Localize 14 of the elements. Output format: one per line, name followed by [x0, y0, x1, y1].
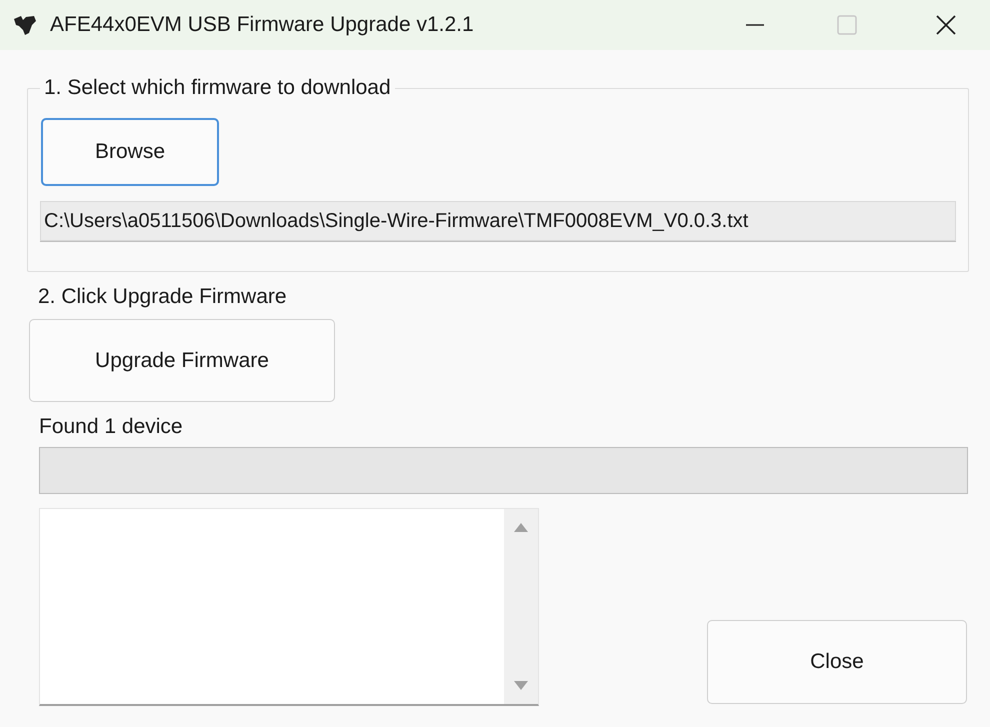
close-icon[interactable]: [935, 14, 957, 36]
scroll-down-icon[interactable]: [513, 680, 529, 692]
file-path-field[interactable]: C:\Users\a0511506\Downloads\Single-Wire-Firmware\TMF0008EVM_V0.0.3.txt: [40, 201, 956, 241]
status-text: Found 1 device: [39, 414, 184, 440]
scrollbar[interactable]: [504, 509, 538, 704]
close-button[interactable]: Close: [707, 620, 967, 704]
step-label: 2. Click Upgrade Firmware: [38, 284, 288, 310]
log-text-area[interactable]: [39, 508, 539, 706]
maximize-icon[interactable]: [837, 15, 857, 35]
scroll-up-icon[interactable]: [513, 521, 529, 533]
browse-button[interactable]: Browse: [41, 118, 219, 186]
window-title: AFE44x0EVM USB Firmware Upgrade v1.2.1: [50, 12, 474, 38]
upgrade-firmware-button[interactable]: Upgrade Firmware: [29, 319, 335, 402]
logo-icon: [12, 13, 38, 37]
